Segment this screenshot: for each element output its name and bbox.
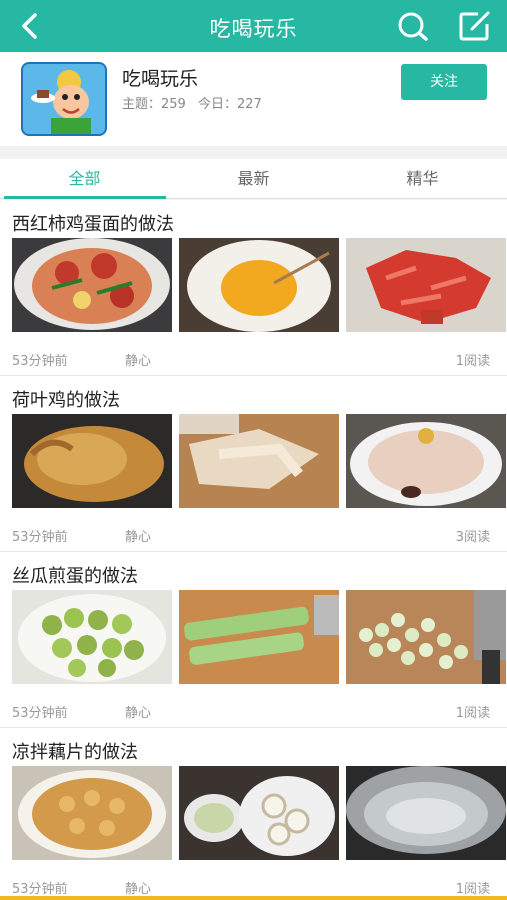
post-image[interactable] bbox=[179, 414, 339, 508]
post-author[interactable]: 静心 bbox=[125, 878, 151, 897]
post-reads: 1阅读 bbox=[455, 706, 490, 721]
post-image[interactable] bbox=[346, 238, 506, 332]
post-time: 53分钟前 bbox=[12, 882, 68, 897]
follow-button[interactable]: 关注 bbox=[401, 64, 487, 100]
post-time: 53分钟前 bbox=[12, 706, 68, 721]
tab-all[interactable]: 全部 bbox=[0, 159, 169, 199]
bottom-edge bbox=[0, 896, 507, 900]
post-item[interactable]: 丝瓜煎蛋的做法 53分钟前 静心 1阅读 bbox=[0, 552, 507, 728]
tab-bar: 全部 最新 精华 bbox=[0, 159, 507, 199]
forum-avatar bbox=[21, 62, 107, 136]
edit-icon[interactable] bbox=[458, 10, 492, 42]
today-count: 今日：227 bbox=[197, 97, 262, 112]
tab-featured[interactable]: 精华 bbox=[338, 159, 507, 199]
post-image[interactable] bbox=[12, 590, 172, 684]
post-reads: 1阅读 bbox=[455, 882, 490, 897]
post-time: 53分钟前 bbox=[12, 354, 68, 369]
post-image[interactable] bbox=[12, 766, 172, 860]
post-image[interactable] bbox=[346, 766, 506, 860]
post-image[interactable] bbox=[346, 590, 506, 684]
post-image[interactable] bbox=[12, 414, 172, 508]
post-author[interactable]: 静心 bbox=[125, 526, 151, 545]
post-item[interactable]: 凉拌藕片的做法 53分钟前 静心 1阅读 bbox=[0, 728, 507, 897]
post-title[interactable]: 荷叶鸡的做法 bbox=[12, 386, 120, 412]
forum-header: 吃喝玩乐 主题：259 今日：227 关注 bbox=[0, 52, 507, 146]
post-image[interactable] bbox=[179, 590, 339, 684]
tab-latest[interactable]: 最新 bbox=[169, 159, 338, 199]
topics-count: 主题：259 bbox=[122, 97, 186, 112]
post-time: 53分钟前 bbox=[12, 530, 68, 545]
post-image[interactable] bbox=[12, 238, 172, 332]
post-image[interactable] bbox=[179, 238, 339, 332]
post-image[interactable] bbox=[346, 414, 506, 508]
search-icon[interactable] bbox=[396, 10, 430, 42]
post-item[interactable]: 荷叶鸡的做法 53分钟前 静心 3阅读 bbox=[0, 376, 507, 552]
post-author[interactable]: 静心 bbox=[125, 350, 151, 369]
page-title: 吃喝玩乐 bbox=[209, 17, 298, 41]
forum-stats: 主题：259 今日：227 bbox=[122, 93, 270, 112]
post-reads: 3阅读 bbox=[455, 530, 490, 545]
post-title[interactable]: 丝瓜煎蛋的做法 bbox=[12, 562, 138, 588]
forum-name: 吃喝玩乐 bbox=[122, 68, 199, 90]
tab-indicator bbox=[4, 196, 166, 199]
post-image[interactable] bbox=[179, 766, 339, 860]
post-item[interactable]: 西红柿鸡蛋面的做法 53分钟前 静心 1阅读 bbox=[0, 200, 507, 376]
post-title[interactable]: 西红柿鸡蛋面的做法 bbox=[12, 210, 174, 236]
post-title[interactable]: 凉拌藕片的做法 bbox=[12, 738, 138, 764]
post-reads: 1阅读 bbox=[455, 354, 490, 369]
post-author[interactable]: 静心 bbox=[125, 702, 151, 721]
top-bar: 吃喝玩乐 bbox=[0, 0, 507, 52]
